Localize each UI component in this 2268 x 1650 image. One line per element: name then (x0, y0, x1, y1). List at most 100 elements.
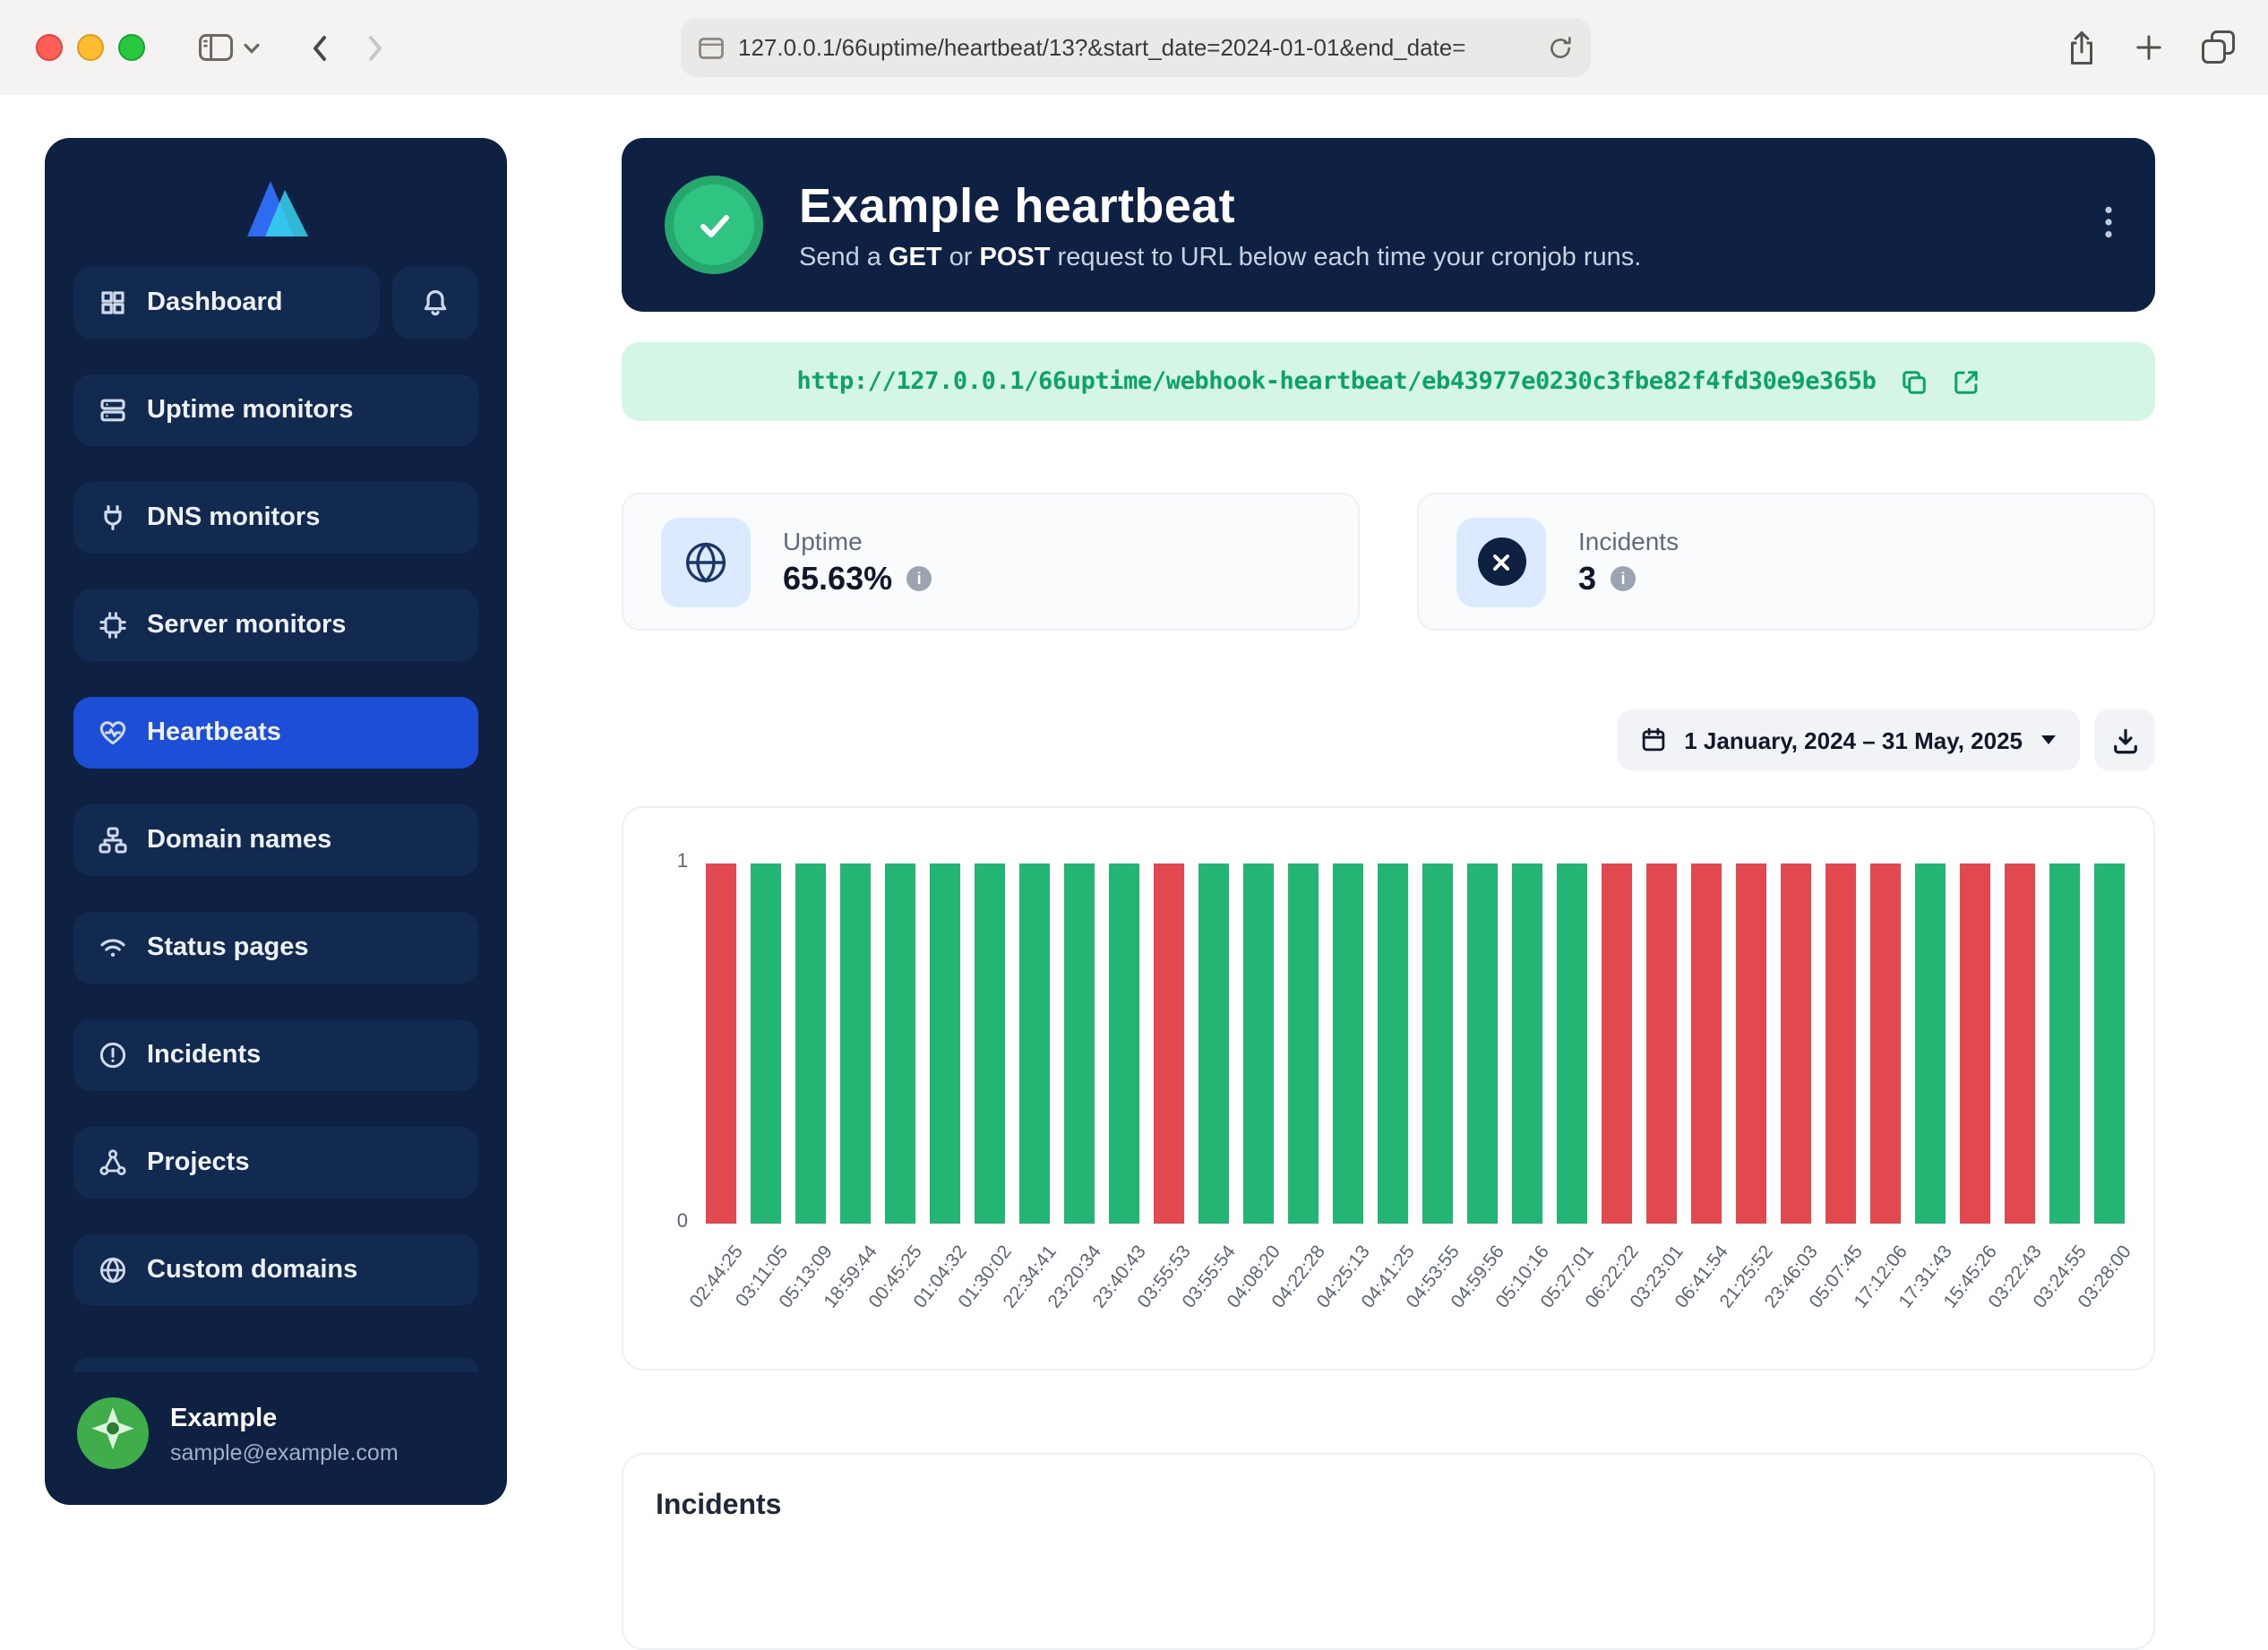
info-icon[interactable] (906, 566, 932, 591)
chart-bar[interactable] (2005, 864, 2035, 1224)
sidebar-item-status-pages[interactable]: Status pages (73, 912, 478, 984)
chart-bar-column: 01:04:32 (930, 864, 960, 1224)
heartbeat-header-card: Example heartbeat Send a GET or POST req… (622, 138, 2155, 312)
chart-bar[interactable] (1646, 864, 1677, 1224)
sidebar-item-custom-domains[interactable]: Custom domains (73, 1234, 478, 1306)
profile-section[interactable]: Example sample@example.com (73, 1372, 478, 1480)
chart-bar[interactable] (1826, 864, 1856, 1224)
chart-bar-column: 23:46:03 (1781, 864, 1811, 1224)
sidebar-item-domain-names[interactable]: Domain names (73, 804, 478, 876)
chart-bar-column: 05:10:16 (1512, 864, 1542, 1224)
sidebar-item-label: Heartbeats (147, 718, 281, 747)
chart-bar[interactable] (706, 864, 736, 1224)
sidebar-item-projects[interactable]: Projects (73, 1127, 478, 1199)
main-content: Example heartbeat Send a GET or POST req… (622, 138, 2155, 1650)
sidebar-item-label: Dashboard (147, 288, 283, 317)
back-button[interactable] (310, 33, 328, 62)
chevron-down-icon[interactable] (244, 42, 260, 53)
kebab-menu-icon[interactable] (2098, 199, 2119, 245)
chart-bar[interactable] (1602, 864, 1632, 1224)
chart-bar-column: 04:22:28 (1288, 864, 1319, 1224)
chart-bar[interactable] (1154, 864, 1184, 1224)
chart-bar-column: 18:59:44 (840, 864, 871, 1224)
webhook-url[interactable]: http://127.0.0.1/66uptime/webhook-heartb… (796, 367, 1876, 396)
chart-bar[interactable] (1198, 864, 1229, 1224)
chart-bar[interactable] (1557, 864, 1587, 1224)
copy-icon[interactable] (1902, 368, 1929, 395)
profile-name: Example (170, 1402, 399, 1439)
chart-bar[interactable] (1691, 864, 1722, 1224)
chart-bar[interactable] (975, 864, 1005, 1224)
avatar (77, 1397, 149, 1469)
chart-bar[interactable] (1870, 864, 1901, 1224)
external-link-icon[interactable] (1954, 368, 1980, 395)
minimize-button[interactable] (77, 34, 104, 61)
chart-bar-column: 00:45:25 (885, 864, 915, 1224)
forward-button[interactable] (367, 33, 385, 62)
chart-bar[interactable] (1915, 864, 1946, 1224)
chart-bar[interactable] (2094, 864, 2125, 1224)
new-tab-icon[interactable] (2135, 34, 2162, 61)
nodes-icon (99, 1148, 127, 1177)
share-icon[interactable] (2067, 30, 2096, 65)
chart-bar[interactable] (1467, 864, 1498, 1224)
chart-bar[interactable] (840, 864, 871, 1224)
sidebar-item-dashboard[interactable]: Dashboard (73, 267, 380, 339)
chart-bar[interactable] (1512, 864, 1542, 1224)
chart-bar[interactable] (1422, 864, 1453, 1224)
reload-icon[interactable] (1548, 35, 1573, 60)
chart-bar[interactable] (1109, 864, 1139, 1224)
page: Dashboard Uptime monitors DNS moni (0, 95, 2268, 1551)
sidebar-item-label: Projects (147, 1148, 249, 1177)
sidebar-item-heartbeats[interactable]: Heartbeats (73, 697, 478, 769)
stats-row: Uptime 65.63% Incidents (622, 493, 2155, 631)
notifications-button[interactable] (392, 267, 478, 339)
app-logo[interactable] (73, 163, 478, 249)
chart-bar[interactable] (2049, 864, 2080, 1224)
chart-bar[interactable] (1333, 864, 1363, 1224)
page-subtitle: Send a GET or POST request to URL below … (799, 243, 1641, 271)
uptime-value: 65.63% (783, 560, 892, 597)
chart-bar-column: 06:41:54 (1691, 864, 1722, 1224)
traffic-lights (36, 34, 145, 61)
sidebar-toggle-icon[interactable] (199, 34, 233, 61)
chart-bar[interactable] (795, 864, 826, 1224)
sidebar-item-incidents[interactable]: Incidents (73, 1019, 478, 1091)
chart-bar[interactable] (1019, 864, 1050, 1224)
chart-bar-column: 17:31:43 (1915, 864, 1946, 1224)
sidebar-item-label: Custom domains (147, 1256, 357, 1285)
chevron-down-icon (2040, 735, 2057, 745)
chart-bars: 02:44:2503:11:0505:13:0918:59:4400:45:25… (706, 864, 2125, 1224)
chart-bar[interactable] (1781, 864, 1811, 1224)
sidebar-item-dns-monitors[interactable]: DNS monitors (73, 482, 478, 554)
chart-bar[interactable] (1288, 864, 1319, 1224)
chart-bar-column: 06:22:22 (1602, 864, 1632, 1224)
zoom-button[interactable] (118, 34, 145, 61)
chart-bar[interactable] (751, 864, 781, 1224)
chart-bar[interactable] (1378, 864, 1408, 1224)
date-range-picker[interactable]: 1 January, 2024 – 31 May, 2025 (1618, 709, 2080, 770)
chart-bar-column: 03:23:01 (1646, 864, 1677, 1224)
address-bar[interactable]: 127.0.0.1/66uptime/heartbeat/13?&start_d… (681, 18, 1591, 77)
chart-bar[interactable] (930, 864, 960, 1224)
close-button[interactable] (36, 34, 63, 61)
chart-bar-column: 05:27:01 (1557, 864, 1587, 1224)
info-icon[interactable] (1611, 566, 1636, 591)
tab-overview-icon[interactable] (2202, 30, 2236, 64)
y-axis-tick: 1 (623, 851, 688, 872)
chart-bar-column: 15:45:26 (1960, 864, 1990, 1224)
chart-bar[interactable] (885, 864, 915, 1224)
chart-bar[interactable] (1736, 864, 1766, 1224)
download-button[interactable] (2094, 709, 2155, 770)
chart-bar[interactable] (1960, 864, 1990, 1224)
sidebar-item-server-monitors[interactable]: Server monitors (73, 589, 478, 661)
chart-bar-column: 03:55:53 (1154, 864, 1184, 1224)
chart-bar[interactable] (1064, 864, 1095, 1224)
sidebar-item-uptime-monitors[interactable]: Uptime monitors (73, 374, 478, 446)
chart-bar[interactable] (1243, 864, 1274, 1224)
profile-email: sample@example.com (170, 1439, 399, 1465)
webhook-url-banner: http://127.0.0.1/66uptime/webhook-heartb… (622, 342, 2155, 421)
chart-bar-column: 04:53:55 (1422, 864, 1453, 1224)
sidebar-item-partial[interactable] (73, 1358, 478, 1372)
chart-bar-column: 03:22:43 (2005, 864, 2035, 1224)
